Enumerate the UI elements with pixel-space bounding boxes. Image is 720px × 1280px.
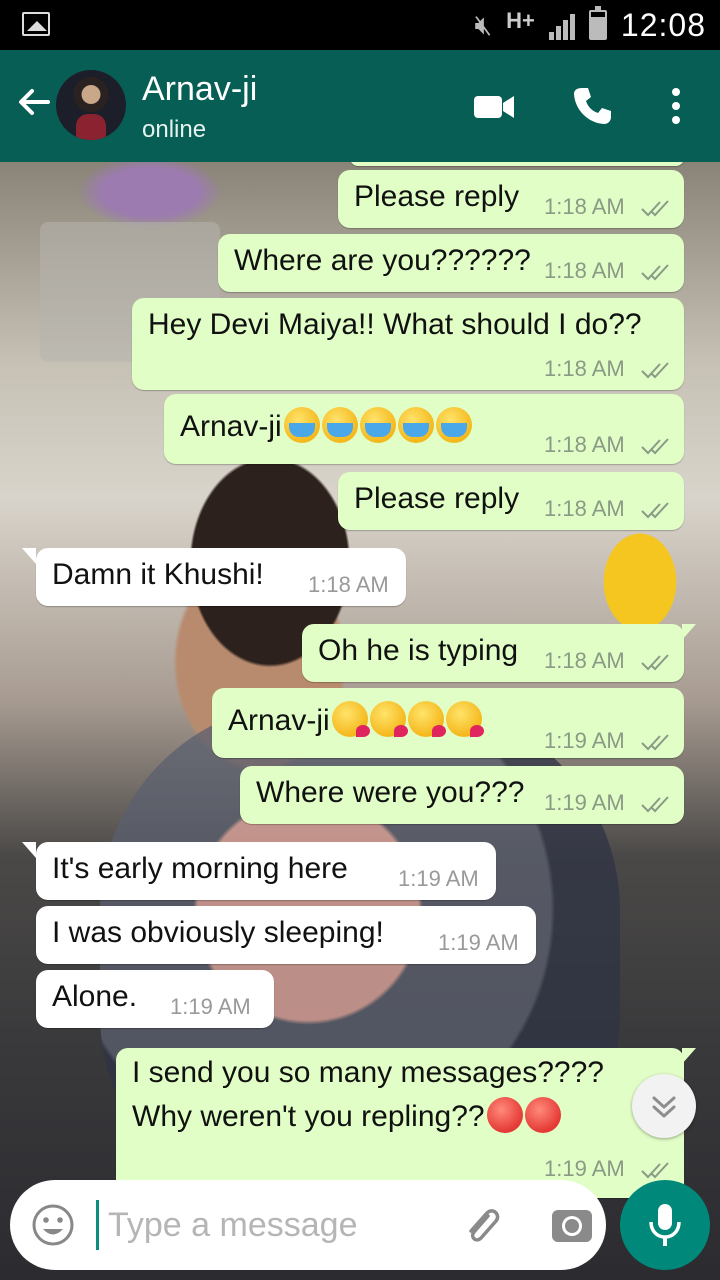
message-content: Arnav-ji xyxy=(228,701,484,740)
kissing-face-icon xyxy=(331,701,370,738)
kissing-face-icon xyxy=(369,701,408,738)
message-text: I was obviously sleeping! xyxy=(52,916,384,949)
message-text: Arnav-ji xyxy=(180,410,282,443)
message-content: Why weren't you repling?? xyxy=(132,1097,561,1136)
message-bubble-out[interactable]: Oh he is typing 1:18 AM xyxy=(302,624,696,682)
bubble-tail xyxy=(682,624,696,640)
text-cursor xyxy=(96,1200,99,1250)
camera-icon[interactable] xyxy=(548,1202,596,1248)
message-time: 1:18 AM xyxy=(544,194,625,219)
message-bubble-clipped xyxy=(350,162,684,166)
message-input[interactable]: Type a message xyxy=(108,1206,357,1245)
read-ticks-icon xyxy=(641,502,669,519)
message-time: 1:19 AM xyxy=(170,994,251,1019)
message-time: 1:19 AM xyxy=(544,790,625,815)
kissing-face-icon xyxy=(445,701,484,738)
message-text: Alone. xyxy=(52,980,138,1013)
read-ticks-icon xyxy=(641,1162,669,1179)
message-text: Please reply xyxy=(354,180,520,213)
paperclip-icon[interactable] xyxy=(458,1202,504,1248)
message-time: 1:18 AM xyxy=(544,648,625,673)
message-time: 1:18 AM xyxy=(544,432,625,457)
back-arrow-icon[interactable] xyxy=(14,82,54,122)
message-input-bar: Type a message xyxy=(10,1180,606,1270)
crying-face-icon xyxy=(397,407,434,444)
message-bubble-in[interactable]: It's early morning here 1:19 AM xyxy=(22,842,496,900)
message-content: Arnav-ji xyxy=(180,407,472,446)
battery-icon xyxy=(588,6,607,40)
message-time: 1:19 AM xyxy=(398,866,479,891)
contact-name[interactable]: Arnav-ji xyxy=(142,70,257,109)
message-text: Where were you??? xyxy=(256,776,525,809)
network-type: H+ xyxy=(506,8,535,33)
message-bubble-in[interactable]: I was obviously sleeping! 1:19 AM xyxy=(36,906,536,964)
more-options-icon[interactable] xyxy=(654,84,698,128)
message-text: Please reply xyxy=(354,482,520,515)
message-text: Where are you?????? xyxy=(234,244,531,277)
message-bubble-out[interactable]: I send you so many messages???? Why were… xyxy=(116,1048,696,1198)
read-ticks-icon xyxy=(641,264,669,281)
message-text: I send you so many messages???? xyxy=(132,1056,604,1089)
message-bubble-out[interactable]: Arnav-ji 1:18 AM xyxy=(164,394,684,464)
double-chevron-down-icon xyxy=(652,1096,676,1118)
message-time: 1:18 AM xyxy=(544,356,625,381)
message-text: Damn it Khushi! xyxy=(52,558,264,591)
message-bubble-out[interactable]: Please reply 1:18 AM xyxy=(338,170,684,228)
contact-avatar[interactable] xyxy=(56,70,126,140)
chat-header: Arnav-ji online xyxy=(0,50,720,162)
message-text: Hey Devi Maiya!! What should I do?? xyxy=(148,308,642,341)
read-ticks-icon xyxy=(641,796,669,813)
kissing-face-icon xyxy=(407,701,446,738)
contact-status: online xyxy=(142,116,207,143)
message-bubble-out[interactable]: Where were you??? 1:19 AM xyxy=(240,766,684,824)
message-time: 1:18 AM xyxy=(544,496,625,521)
bubble-tail xyxy=(22,548,36,564)
message-time: 1:19 AM xyxy=(438,930,519,955)
status-time: 12:08 xyxy=(620,6,706,43)
message-text: It's early morning here xyxy=(52,852,348,885)
microphone-icon xyxy=(649,1204,681,1246)
message-text-line2: Why weren't you repling?? xyxy=(132,1100,485,1133)
message-bubble-out[interactable]: Please reply 1:18 AM xyxy=(338,472,684,530)
read-ticks-icon xyxy=(641,438,669,455)
gallery-notification-icon xyxy=(22,12,50,36)
voice-call-icon[interactable] xyxy=(570,84,614,128)
message-bubble-out[interactable]: Arnav-ji 1:19 AM xyxy=(212,688,684,758)
message-time: 1:18 AM xyxy=(544,258,625,283)
bubble-tail xyxy=(682,1048,696,1064)
message-text: Oh he is typing xyxy=(318,634,519,667)
message-bubble-in[interactable]: Damn it Khushi! 1:18 AM xyxy=(22,548,406,606)
scroll-to-bottom-button[interactable] xyxy=(632,1074,696,1138)
message-text: Arnav-ji xyxy=(228,704,330,737)
message-time: 1:19 AM xyxy=(544,728,625,753)
read-ticks-icon xyxy=(641,362,669,379)
crying-face-icon xyxy=(321,407,358,444)
video-call-icon[interactable] xyxy=(472,84,516,128)
read-ticks-icon xyxy=(641,200,669,217)
message-time: 1:19 AM xyxy=(544,1156,625,1181)
crying-face-icon xyxy=(435,407,472,444)
angry-face-icon xyxy=(524,1097,561,1134)
signal-icon xyxy=(548,10,575,40)
read-ticks-icon xyxy=(641,654,669,671)
emoji-icon[interactable] xyxy=(30,1202,76,1248)
crying-face-icon xyxy=(283,407,320,444)
bubble-tail xyxy=(22,842,36,858)
message-bubble-out[interactable]: Hey Devi Maiya!! What should I do?? 1:18… xyxy=(132,298,684,390)
angry-face-icon xyxy=(486,1097,523,1134)
read-ticks-icon xyxy=(641,734,669,751)
status-bar: 🔇︎ H+ 12:08 xyxy=(0,0,720,50)
message-bubble-out[interactable]: Where are you?????? 1:18 AM xyxy=(218,234,684,292)
message-bubble-in[interactable]: Alone. 1:19 AM xyxy=(36,970,274,1028)
chat-area[interactable]: Please reply 1:18 AM Where are you??????… xyxy=(0,162,720,1280)
crying-face-icon xyxy=(359,407,396,444)
vibrate-mute-icon: 🔇︎ xyxy=(474,8,493,40)
voice-record-button[interactable] xyxy=(620,1180,710,1270)
message-time: 1:18 AM xyxy=(308,572,389,597)
